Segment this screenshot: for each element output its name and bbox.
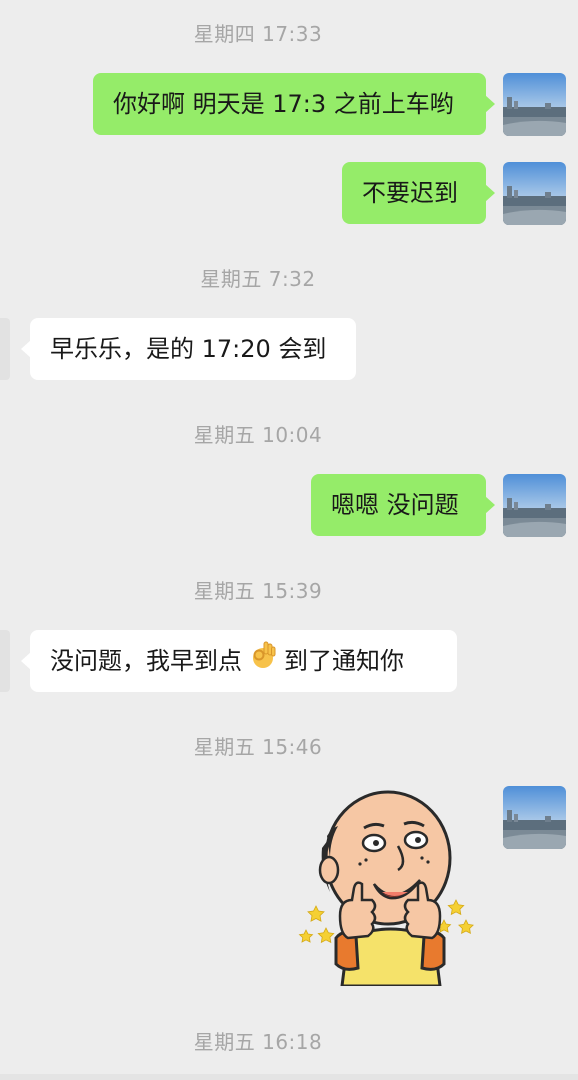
- sent-message-bubble[interactable]: 你好啊 明天是 17:3 之前上车哟: [93, 73, 495, 135]
- timestamp: 星期五 15:39: [193, 579, 323, 603]
- message-text: 不要迟到: [362, 179, 458, 207]
- ok-hand-icon: [248, 631, 278, 693]
- sent-message-bubble[interactable]: 嗯嗯 没问题: [311, 474, 495, 536]
- timestamp: 星期五 10:04: [193, 423, 323, 447]
- received-avatar-edge[interactable]: [0, 318, 10, 380]
- input-bar-edge: [0, 1074, 578, 1080]
- received-message-bubble[interactable]: 早乐乐，是的 17:20 会到: [21, 318, 356, 380]
- message-text: 嗯嗯 没问题: [331, 491, 459, 519]
- timestamp: 星期五 7:32: [200, 267, 316, 291]
- timestamp: 星期五 15:46: [193, 735, 323, 759]
- timestamp: 星期五 16:18: [193, 1030, 323, 1054]
- message-text: 没问题，我早到点: [50, 647, 242, 675]
- received-message-bubble[interactable]: 没问题，我早到点 到了通知你: [21, 630, 457, 693]
- avatar-city-skyline-icon[interactable]: [503, 162, 566, 225]
- message-text: 早乐乐，是的 17:20 会到: [50, 335, 327, 363]
- received-avatar-edge[interactable]: [0, 630, 10, 692]
- avatar-city-skyline-icon[interactable]: [503, 73, 566, 136]
- sent-message-bubble[interactable]: 不要迟到: [342, 162, 495, 224]
- timestamp: 星期四 17:33: [193, 22, 323, 46]
- thumbs-up-sticker[interactable]: [296, 788, 484, 988]
- message-text: 到了通知你: [284, 647, 404, 675]
- message-text: 你好啊 明天是 17:3 之前上车哟: [113, 90, 454, 118]
- avatar-city-skyline-icon[interactable]: [503, 786, 566, 849]
- avatar-city-skyline-icon[interactable]: [503, 474, 566, 537]
